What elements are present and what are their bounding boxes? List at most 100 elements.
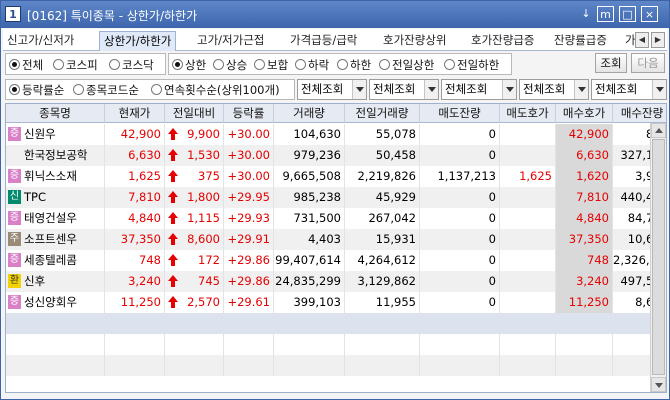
table-row[interactable] (6, 334, 666, 355)
table-row[interactable]: 증 신원우 42,900 9,900 +30.00 104,630 55,078 0 42,90… (6, 124, 666, 145)
filter-select-3[interactable]: 전체조회 (441, 79, 517, 100)
market-badge-icon: 주 (8, 232, 21, 246)
filter-select-2[interactable]: 전체조회 (369, 79, 439, 100)
radio-sort-code[interactable]: 종목코드순 (73, 82, 139, 98)
tab-balance-ratio-surge[interactable]: 잔량률급증 (550, 31, 611, 51)
table-row[interactable]: 증 태영건설우 4,840 1,115 +29.93 731,500 267,042 0 4,8… (6, 208, 666, 229)
cell-volume: 9,665,508 (274, 166, 345, 187)
pin-down-icon[interactable]: ↓ (579, 6, 593, 22)
header-col-bid-qty[interactable]: 매수잔량 (613, 104, 666, 123)
header-col-price[interactable]: 현재가 (105, 104, 165, 123)
radio-flat[interactable]: 보합 (254, 57, 288, 73)
filter-select-5[interactable]: 전체조회 (591, 79, 667, 100)
scroll-down-icon[interactable] (651, 377, 666, 392)
next-button[interactable]: 다음 (631, 53, 665, 73)
dropdown-arrow-icon (352, 80, 366, 99)
stock-name: 성신양회우 (24, 295, 77, 309)
tab-price-surge-drop[interactable]: 가격급등/급락 (286, 31, 361, 51)
radio-market-all[interactable]: 전체 (9, 57, 43, 73)
close-button[interactable]: × (641, 6, 658, 22)
market-badge-icon: 증 (8, 211, 21, 225)
stock-name: 한국정보공학 (24, 148, 88, 162)
cell-bid-price: 3,240 (556, 271, 613, 292)
table-row[interactable]: 환 신후 3,240 745 +29.86 24,835,299 3,129,862 0 3,2… (6, 271, 666, 292)
tab-scroll-right-icon[interactable]: ▶ (651, 32, 665, 48)
cell-bid-price (556, 313, 613, 334)
radio-rise[interactable]: 상승 (213, 57, 247, 73)
header-col-rate[interactable]: 등락률 (224, 104, 274, 123)
table-row[interactable]: 한국정보공학 6,630 1,530 +30.00 979,236 50,458 0 6,63… (6, 145, 666, 166)
radio-market-kospi[interactable]: 코스피 (53, 57, 98, 73)
cell-ask-price (500, 355, 556, 376)
dropdown-arrow-icon (502, 80, 516, 99)
market-badge-icon: 증 (8, 169, 21, 183)
tab-order-balance-top[interactable]: 호가잔량상위 (379, 31, 450, 51)
limit-up-arrow-icon (168, 170, 178, 182)
limit-up-arrow-icon (168, 128, 178, 140)
cell-ask-qty: 0 (420, 145, 500, 166)
radio-lower-limit[interactable]: 하한 (337, 57, 371, 73)
cell-bid-price (556, 334, 613, 355)
cell-name (6, 334, 105, 355)
radio-sort-streak[interactable]: 연속횟수순(상위100개) (151, 82, 280, 98)
tab-scroll-left-icon[interactable]: ◀ (635, 32, 649, 48)
table-row[interactable]: 증 성신양회우 11,250 2,570 +29.61 399,103 11,955 0 11,… (6, 292, 666, 313)
limit-up-arrow-icon (168, 233, 178, 245)
table-row[interactable]: 증 휘닉스소재 1,625 375 +30.00 9,665,508 2,219,826 1,… (6, 166, 666, 187)
header-col-name[interactable]: 종목명 (6, 104, 105, 123)
scroll-up-icon[interactable] (651, 123, 666, 138)
cell-volume: 399,103 (274, 292, 345, 313)
cell-price: 7,810 (105, 187, 165, 208)
cell-ask-price (500, 334, 556, 355)
header-col-change[interactable]: 전일대비 (165, 104, 224, 123)
cell-volume: 4,403 (274, 229, 345, 250)
radio-fall[interactable]: 하락 (295, 57, 329, 73)
header-col-ask-price[interactable]: 매도호가 (500, 104, 556, 123)
mini-mode-button[interactable]: m (597, 6, 614, 22)
header-col-volume[interactable]: 거래량 (274, 104, 345, 123)
query-button[interactable]: 조회 (595, 53, 627, 73)
vertical-scrollbar[interactable] (650, 123, 666, 392)
table-row[interactable] (6, 355, 666, 376)
stock-name: 태영건설우 (24, 211, 77, 225)
cell-volume (274, 334, 345, 355)
tab-upper-lower-limit[interactable]: 상한가/하한가 (99, 31, 177, 51)
cell-change: 1,115 (165, 208, 224, 229)
cell-price (105, 334, 165, 355)
radio-sort-rate[interactable]: 등락률순 (9, 82, 64, 98)
header-col-ask-qty[interactable]: 매도잔량 (420, 104, 500, 123)
cell-rate: +29.95 (224, 187, 274, 208)
market-badge-icon: 신 (8, 190, 21, 204)
scroll-thumb[interactable] (652, 139, 665, 375)
header-col-prev-volume[interactable]: 전일거래량 (345, 104, 420, 123)
cell-prev-volume (345, 334, 420, 355)
maximize-button[interactable]: □ (619, 6, 636, 22)
header-col-bid-price[interactable]: 매수호가 (556, 104, 613, 123)
cell-rate (224, 355, 274, 376)
cell-change (165, 334, 224, 355)
table-row[interactable]: 증 세종텔레콤 748 172 +29.86 99,407,614 4,264,612 0 74… (6, 250, 666, 271)
cell-ask-qty: 0 (420, 208, 500, 229)
cell-change: 9,900 (165, 124, 224, 145)
cell-price: 3,240 (105, 271, 165, 292)
filter-select-4[interactable]: 전체조회 (519, 79, 589, 100)
table-row[interactable]: 신 TPC 7,810 1,800 +29.95 985,238 45,929 0 7,810 4… (6, 187, 666, 208)
cell-rate: +29.93 (224, 208, 274, 229)
tab-new-high-low[interactable]: 신고가/신저가 (3, 31, 78, 51)
radio-upper-limit[interactable]: 상한 (172, 57, 206, 73)
radio-prev-lower-limit[interactable]: 전일하한 (444, 57, 499, 73)
radio-prev-upper-limit[interactable]: 전일상한 (379, 57, 434, 73)
table-row[interactable] (6, 313, 666, 334)
tab-order-balance-surge[interactable]: 호가잔량급증 (467, 31, 538, 51)
market-radio-group: 전체 코스피 코스닥 (5, 53, 166, 75)
stock-name: 휘닉스소재 (24, 169, 77, 183)
cell-bid-price: 1,620 (556, 166, 613, 187)
table-row[interactable]: 주 소프트센우 37,350 8,600 +29.91 4,403 15,931 0 37,35… (6, 229, 666, 250)
filter-select-1[interactable]: 전체조회 (297, 79, 367, 100)
radio-market-kosdaq[interactable]: 코스닥 (109, 57, 154, 73)
cell-prev-volume: 45,929 (345, 187, 420, 208)
cell-rate: +29.86 (224, 250, 274, 271)
tab-near-high-low[interactable]: 고가/저가근접 (193, 31, 268, 51)
cell-bid-price: 6,630 (556, 145, 613, 166)
title-bar[interactable]: 1 [0162] 특이종목 - 상한가/하한가 ↓ m □ × (1, 1, 669, 28)
